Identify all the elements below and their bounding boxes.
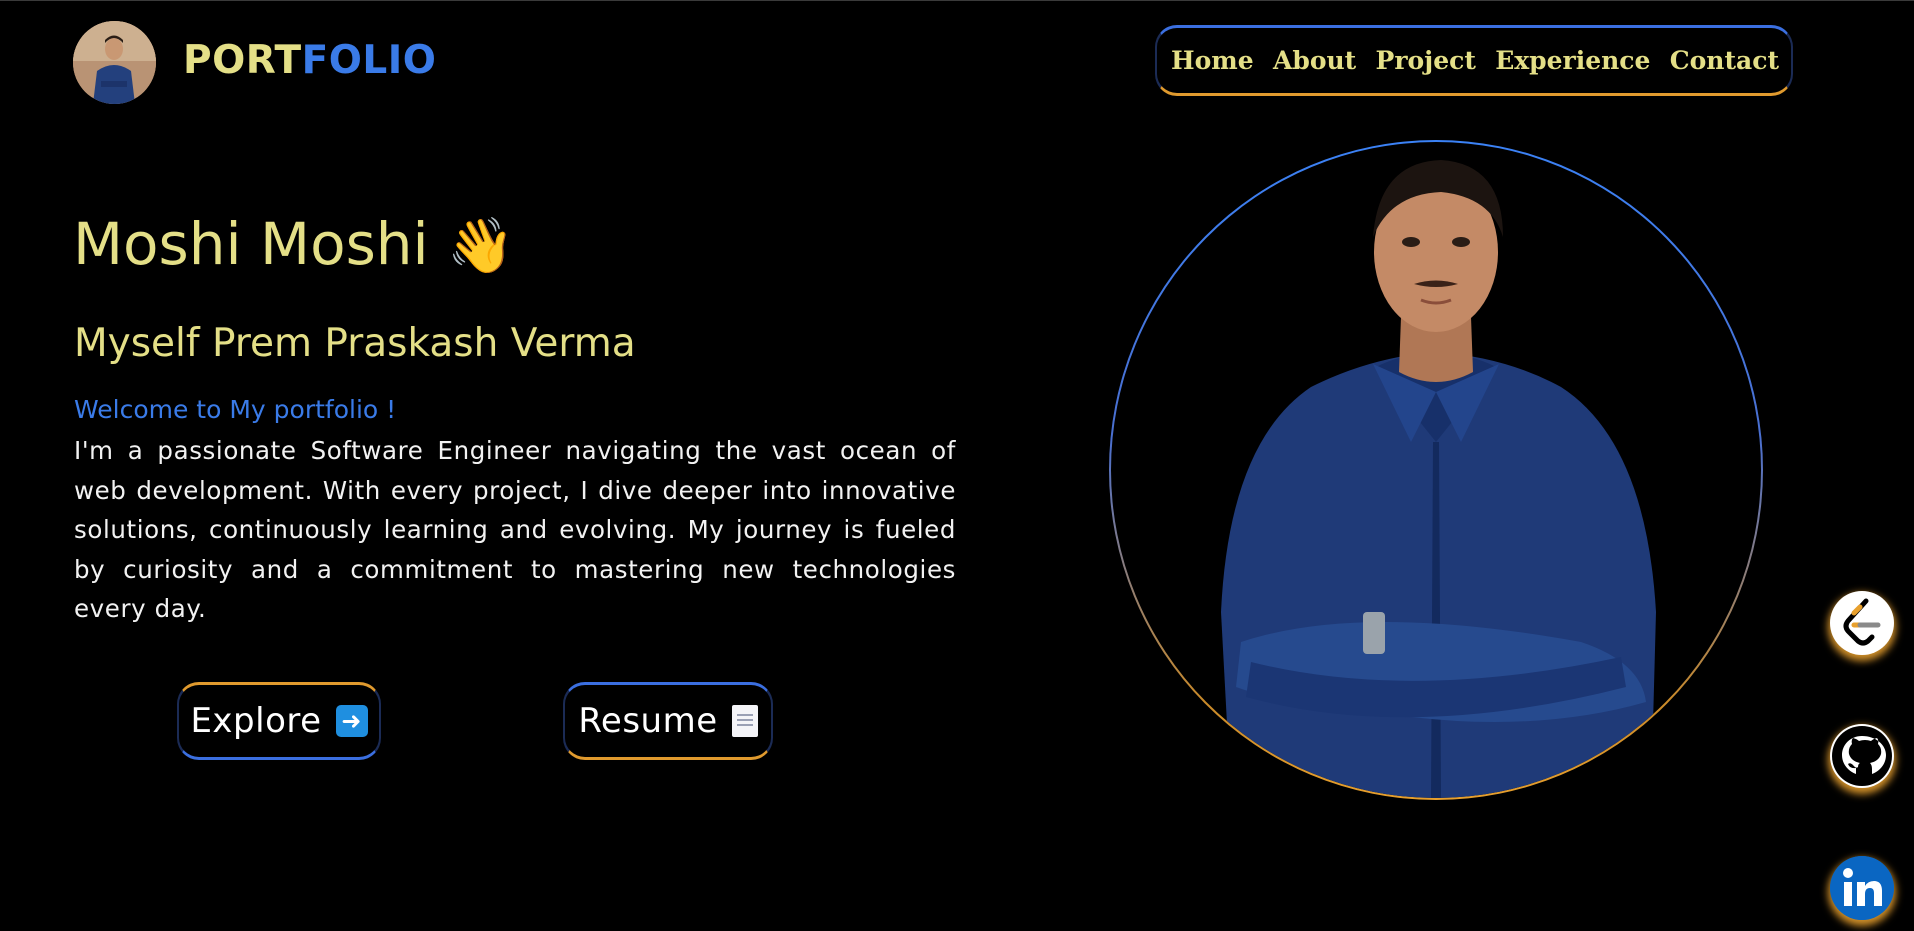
main-nav: Home About Project Experience Contact <box>1155 25 1793 96</box>
portrait-photo <box>1111 142 1761 798</box>
nav-project-link[interactable]: Project <box>1376 46 1476 75</box>
waving-hand-icon: 👋 <box>447 214 515 277</box>
explore-button-label: Explore <box>190 701 322 741</box>
nav-contact-link[interactable]: Contact <box>1670 46 1779 75</box>
document-icon <box>731 705 758 737</box>
right-arrow-icon: ➜ <box>335 705 368 737</box>
brand-part-port: PORT <box>183 38 302 83</box>
nav-home-link[interactable]: Home <box>1171 46 1254 75</box>
resume-button-label: Resume <box>578 701 718 741</box>
avatar-person-icon <box>73 21 156 104</box>
explore-button[interactable]: Explore ➜ <box>177 682 381 760</box>
github-link[interactable] <box>1830 724 1894 788</box>
nav-about-link[interactable]: About <box>1273 46 1356 75</box>
resume-button[interactable]: Resume <box>563 682 773 760</box>
greeting-text: Moshi Moshi <box>73 210 429 278</box>
portfolio-page: PORTFOLIO Home About Project Experience … <box>0 0 1914 931</box>
brand-logo[interactable]: PORTFOLIO <box>183 37 436 85</box>
bio-paragraph: I'm a passionate Software Engineer navig… <box>74 436 956 623</box>
welcome-text: Welcome to My portfolio ! <box>74 395 397 424</box>
linkedin-link[interactable] <box>1830 856 1894 920</box>
portrait-frame <box>1109 140 1763 800</box>
linkedin-icon <box>1830 856 1894 920</box>
nav-experience-link[interactable]: Experience <box>1495 46 1650 75</box>
brand-part-folio: FOLIO <box>301 38 437 83</box>
avatar[interactable] <box>73 21 156 104</box>
leetcode-icon <box>1832 593 1892 653</box>
person-portrait-image <box>1221 160 1656 798</box>
github-icon <box>1832 726 1892 786</box>
hero-greeting: Moshi Moshi 👋 <box>73 209 514 281</box>
leetcode-link[interactable] <box>1830 591 1894 655</box>
hero-subtitle: Myself Prem Praskash Verma <box>74 321 636 366</box>
